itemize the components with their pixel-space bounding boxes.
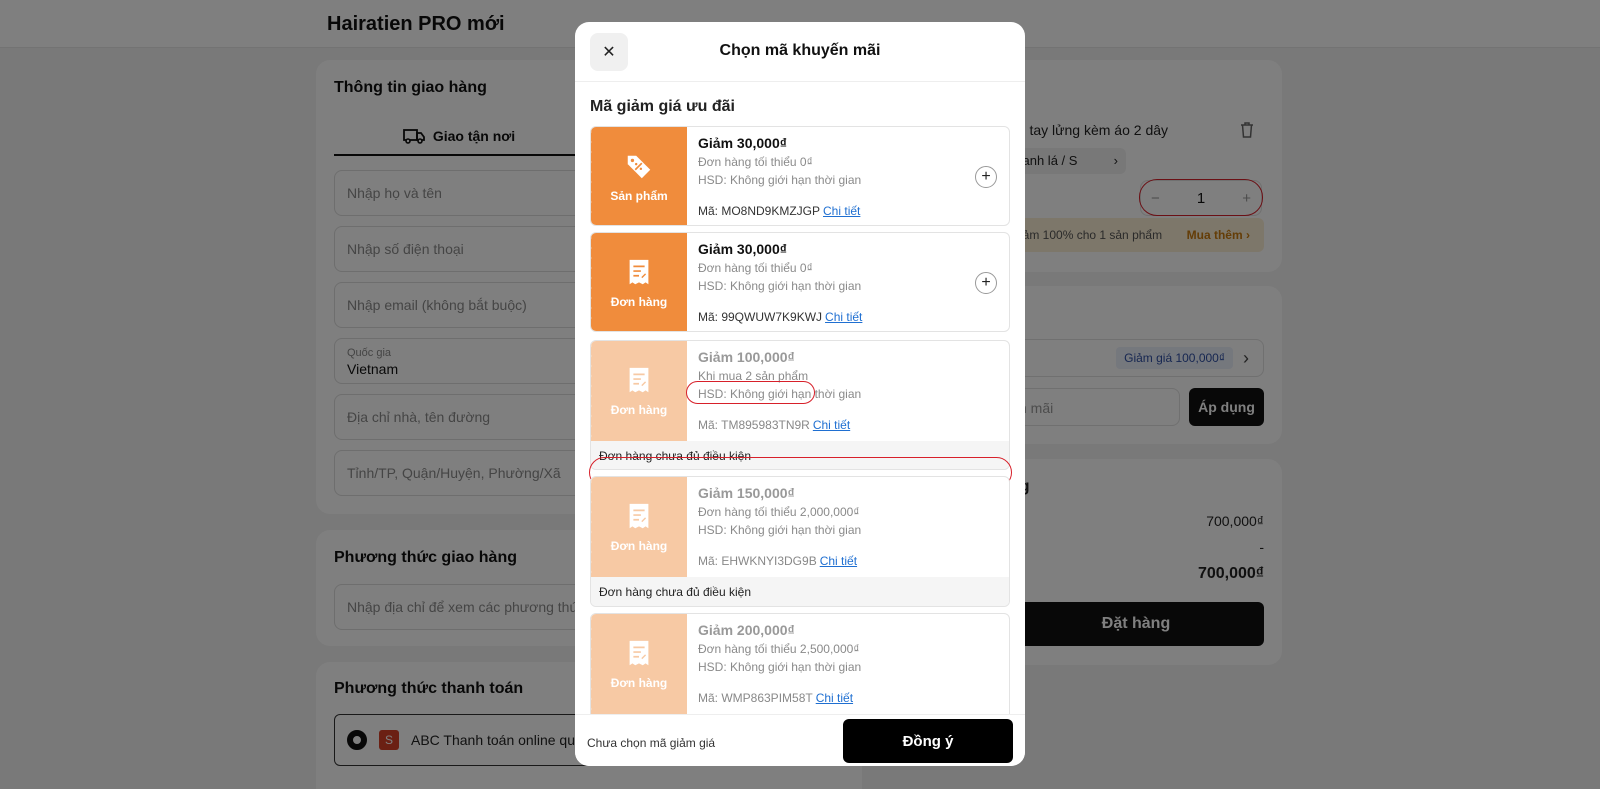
voucher-stub: Đơn hàng bbox=[591, 477, 687, 577]
receipt-icon bbox=[629, 367, 649, 393]
voucher-type: Đơn hàng bbox=[610, 403, 668, 417]
promo-modal: ✕ Chọn mã khuyến mãi Mã giảm giá ưu đãi … bbox=[575, 22, 1025, 766]
voucher-stub: Đơn hàng bbox=[591, 341, 687, 441]
voucher-stub: Đơn hàng bbox=[591, 614, 687, 714]
voucher-title: Giảm 30,000₫ bbox=[698, 135, 787, 151]
plus-icon: + bbox=[981, 168, 991, 185]
add-voucher-button[interactable]: + bbox=[975, 166, 997, 188]
voucher-stub: Đơn hàng bbox=[591, 233, 687, 331]
modal-body[interactable]: Mã giảm giá ưu đãi Sản phẩm Giảm 30,000₫… bbox=[575, 82, 1025, 714]
voucher-expiry: HSD: Không giới hạn thời gian bbox=[698, 173, 862, 187]
voucher-condition: Đơn hàng tối thiểu 0₫ bbox=[698, 155, 813, 169]
section-title: Mã giảm giá ưu đãi bbox=[590, 98, 735, 115]
voucher-code: Mã: MO8ND9KMZJGP Chi tiết bbox=[698, 204, 861, 218]
modal-footer: Chưa chọn mã giảm giá Đồng ý bbox=[575, 714, 1025, 766]
voucher-condition: Đơn hàng tối thiểu 2,500,000₫ bbox=[698, 642, 860, 656]
voucher-title: Giảm 200,000₫ bbox=[698, 622, 795, 638]
voucher-card-disabled: Đơn hàng Giảm 150,000₫ Đơn hàng tối thiể… bbox=[590, 476, 1010, 607]
add-voucher-button[interactable]: + bbox=[975, 272, 997, 294]
modal-title: Chọn mã khuyến mãi bbox=[719, 42, 881, 59]
voucher-card-disabled: Đơn hàng Giảm 100,000₫ Khi mua 2 sản phẩ… bbox=[590, 340, 1010, 470]
voucher-title: Giảm 150,000₫ bbox=[698, 485, 795, 501]
voucher-card-disabled: Đơn hàng Giảm 200,000₫ Đơn hàng tối thiể… bbox=[590, 613, 1010, 714]
voucher-code: Mã: TM895983TN9R Chi tiết bbox=[698, 418, 851, 432]
voucher-expiry: HSD: Không giới hạn thời gian bbox=[698, 279, 862, 293]
voucher-detail-link[interactable]: Chi tiết bbox=[823, 204, 860, 218]
modal-header: ✕ Chọn mã khuyến mãi bbox=[575, 22, 1025, 82]
voucher-title: Giảm 100,000₫ bbox=[698, 349, 795, 365]
voucher-type: Đơn hàng bbox=[610, 295, 668, 309]
receipt-icon bbox=[629, 503, 649, 529]
plus-icon: + bbox=[981, 274, 991, 291]
condition-highlight-ring bbox=[686, 381, 815, 404]
voucher-code: Mã: EHWKNYI3DG9B Chi tiết bbox=[698, 554, 858, 568]
voucher-detail-link[interactable]: Chi tiết bbox=[813, 418, 850, 432]
voucher-expiry: HSD: Không giới hạn thời gian bbox=[698, 660, 862, 674]
receipt-icon bbox=[629, 259, 649, 285]
voucher-card[interactable]: Sản phẩm Giảm 30,000₫ Đơn hàng tối thiểu… bbox=[590, 126, 1010, 226]
voucher-type: Đơn hàng bbox=[610, 539, 668, 553]
voucher-code: Mã: WMP863PIM58T Chi tiết bbox=[698, 691, 854, 705]
receipt-icon bbox=[629, 640, 649, 666]
voucher-code: Mã: 99QWUW7K9KWJ Chi tiết bbox=[698, 310, 863, 324]
voucher-card[interactable]: Đơn hàng Giảm 30,000₫ Đơn hàng tối thiểu… bbox=[590, 232, 1010, 332]
voucher-detail-link[interactable]: Chi tiết bbox=[825, 310, 862, 324]
voucher-detail-link[interactable]: Chi tiết bbox=[820, 554, 857, 568]
voucher-stub: Sản phẩm bbox=[591, 127, 687, 225]
voucher-type: Đơn hàng bbox=[610, 676, 668, 690]
voucher-type: Sản phẩm bbox=[610, 189, 668, 203]
not-eligible-notice: Đơn hàng chưa đủ điều kiện bbox=[591, 577, 1009, 606]
voucher-detail-link[interactable]: Chi tiết bbox=[816, 691, 853, 705]
selection-status: Chưa chọn mã giảm giá bbox=[587, 736, 716, 750]
tag-percent-icon bbox=[627, 155, 651, 179]
voucher-condition: Đơn hàng tối thiểu 0₫ bbox=[698, 261, 813, 275]
confirm-button[interactable]: Đồng ý bbox=[843, 719, 1013, 763]
voucher-expiry: HSD: Không giới hạn thời gian bbox=[698, 523, 862, 537]
voucher-condition: Đơn hàng tối thiểu 2,000,000₫ bbox=[698, 505, 860, 519]
voucher-title: Giảm 30,000₫ bbox=[698, 241, 787, 257]
